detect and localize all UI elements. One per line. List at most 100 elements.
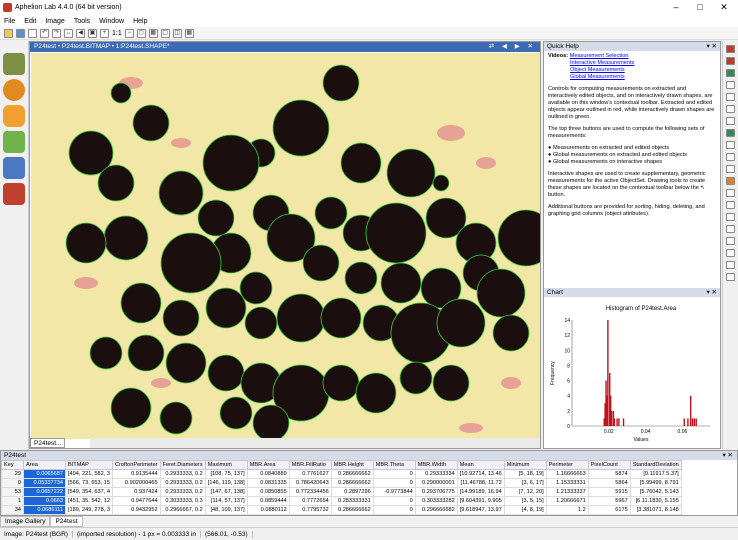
table-cell[interactable]: [3.381071, 8.148 (629, 505, 682, 515)
color-icon[interactable] (726, 177, 735, 185)
tab-p24test[interactable]: P24test (50, 516, 83, 527)
table-cell[interactable]: 5915 (587, 487, 631, 497)
menu-image[interactable]: Image (45, 18, 64, 25)
rectangle-tool-icon[interactable] (726, 201, 735, 209)
panel-icon[interactable]: ▢ (160, 28, 170, 38)
global-measure-icon[interactable] (726, 57, 735, 65)
column-header[interactable]: BITMAP (65, 460, 113, 470)
table-cell[interactable]: 0.0840889 (246, 469, 290, 479)
image-canvas[interactable] (31, 53, 540, 439)
table-cell[interactable]: 0.286666662 (330, 478, 374, 488)
horizontal-scrollbar[interactable] (90, 438, 540, 448)
link-object-measurements[interactable]: Object Measurements (570, 67, 625, 73)
table-cell[interactable]: 0.902000465 (112, 478, 161, 488)
table-cell[interactable]: 0.0880112 (246, 505, 290, 515)
particle-blob[interactable] (103, 215, 149, 261)
table-cell[interactable]: 0 (372, 505, 416, 515)
table-cell[interactable]: [146, 119, 138] (204, 478, 248, 488)
table-cell[interactable]: 1.2 (545, 505, 589, 515)
table-cell[interactable]: 0.772334456 (288, 487, 332, 497)
table-cell[interactable]: [494, 221, 582, 3 (65, 469, 113, 479)
table-cell[interactable]: 0.0859444 (246, 496, 290, 506)
row-key-cell[interactable]: 53 (1, 487, 24, 497)
add-icon[interactable] (726, 153, 735, 161)
zoom-out-icon[interactable]: − (124, 28, 134, 38)
particle-blob[interactable] (89, 336, 123, 370)
particle-blob[interactable] (252, 404, 290, 439)
table-cell[interactable]: [3, 6, 17] (503, 478, 547, 488)
column-header[interactable]: MBR.Theta (372, 460, 416, 470)
document-tab[interactable]: P24test... (30, 438, 66, 448)
table-cell[interactable]: [5.99499, 8.791 (629, 478, 682, 488)
table-cell[interactable]: [5.76042, 5.143 (629, 487, 682, 497)
pencil-tool-icon[interactable] (3, 131, 25, 153)
particle-blob[interactable] (436, 298, 486, 348)
particle-blob[interactable] (355, 372, 397, 414)
particle-blob[interactable] (239, 271, 273, 305)
particle-blob[interactable] (65, 222, 107, 264)
undo-icon[interactable]: ↶ (40, 28, 49, 38)
table-cell[interactable]: 1.20666671 (545, 496, 589, 506)
measure-icon[interactable]: ↔ (64, 28, 73, 38)
table-cell[interactable]: 0 (372, 478, 416, 488)
table-row[interactable]: 53 0.0657222 [549, 354, 637, 4 0.937424 0.29… (1, 487, 682, 497)
particle-blob[interactable] (127, 334, 165, 372)
table-cell[interactable]: 0.937424 (112, 487, 161, 497)
measurement-table[interactable]: Key Area BITMAP CroftonPerimeter Feret.Diame… (1, 460, 682, 515)
table-cell[interactable]: [48, 109, 137] (204, 505, 248, 515)
particle-blob[interactable] (340, 142, 382, 184)
zoom-region-icon[interactable]: ▦ (148, 28, 158, 38)
table-cell[interactable]: 0.2897296 (330, 487, 374, 497)
minimize-button[interactable]: – (664, 0, 688, 15)
table-cell[interactable]: 0.7795732 (288, 505, 332, 515)
table-row[interactable]: 0 0.05337734 [566, 73, 653, 15 0.902000465 0… (1, 478, 682, 488)
table-cell[interactable]: 1.16666663 (545, 469, 589, 479)
image-tool-icon[interactable] (3, 53, 25, 75)
save-icon[interactable] (16, 28, 25, 38)
edit-tool-icon[interactable] (726, 249, 735, 257)
table-cell[interactable]: [114, 57, 137] (204, 496, 248, 506)
table-cell[interactable]: [549, 354, 637, 4 (65, 487, 113, 497)
particle-blob[interactable] (399, 361, 433, 395)
line-tool-icon[interactable] (726, 225, 735, 233)
chart-tool-icon[interactable] (3, 183, 25, 205)
quick-help-close-icon[interactable]: ▾ ✕ (706, 42, 717, 51)
particle-blob[interactable] (160, 232, 222, 294)
table-cell[interactable]: 0.290000001 (414, 478, 458, 488)
table-cell[interactable]: 5967 (587, 496, 631, 506)
particle-blob[interactable] (276, 293, 326, 343)
chart-close-icon[interactable]: ▾ ✕ (706, 288, 717, 297)
table-cell[interactable]: [3, 5, 15] (503, 496, 547, 506)
table-cell[interactable]: 1.21333337 (545, 487, 589, 497)
menu-window[interactable]: Window (99, 18, 124, 25)
particle-blob[interactable] (386, 148, 436, 198)
table-cell[interactable]: 0.9477644 (112, 496, 161, 506)
shape-measure-icon[interactable] (726, 69, 735, 77)
particle-blob[interactable] (97, 164, 135, 202)
column-header[interactable]: Mean (456, 460, 505, 470)
table-cell[interactable]: 0.293706775 (414, 487, 458, 497)
particle-blob[interactable] (110, 387, 152, 429)
table-cell[interactable]: -0.9773844 (372, 487, 416, 497)
link-global-measurements[interactable]: Global Measurements (570, 74, 625, 80)
split-icon[interactable]: ◫ (172, 28, 182, 38)
column-header[interactable]: PixelCount (587, 460, 631, 470)
table-cell[interactable]: 0.296666682 (414, 505, 458, 515)
table-cell[interactable]: 0.05337734 (23, 478, 66, 488)
particle-blob[interactable] (158, 170, 204, 216)
table-cell[interactable]: 5864 (587, 478, 631, 488)
menu-help[interactable]: Help (133, 18, 147, 25)
sort-icon[interactable] (726, 81, 735, 89)
hide-icon[interactable] (726, 93, 735, 101)
particle-blob[interactable] (302, 244, 340, 282)
tab-image-gallery[interactable]: Image Gallery (0, 516, 51, 527)
particle-blob[interactable] (314, 196, 348, 230)
table-cell[interactable]: [108, 75, 137] (204, 469, 248, 479)
table-cell[interactable]: [4, 8, 19] (503, 505, 547, 515)
table-cell[interactable]: 6175 (587, 505, 631, 515)
column-header[interactable]: CroftonPerimeter (112, 460, 161, 470)
objects-tool-icon[interactable] (3, 105, 25, 127)
zoom-window-icon[interactable]: ◻ (136, 28, 146, 38)
table-cell[interactable]: 0.9135444 (112, 469, 161, 479)
table-cell[interactable]: 0 (372, 469, 416, 479)
